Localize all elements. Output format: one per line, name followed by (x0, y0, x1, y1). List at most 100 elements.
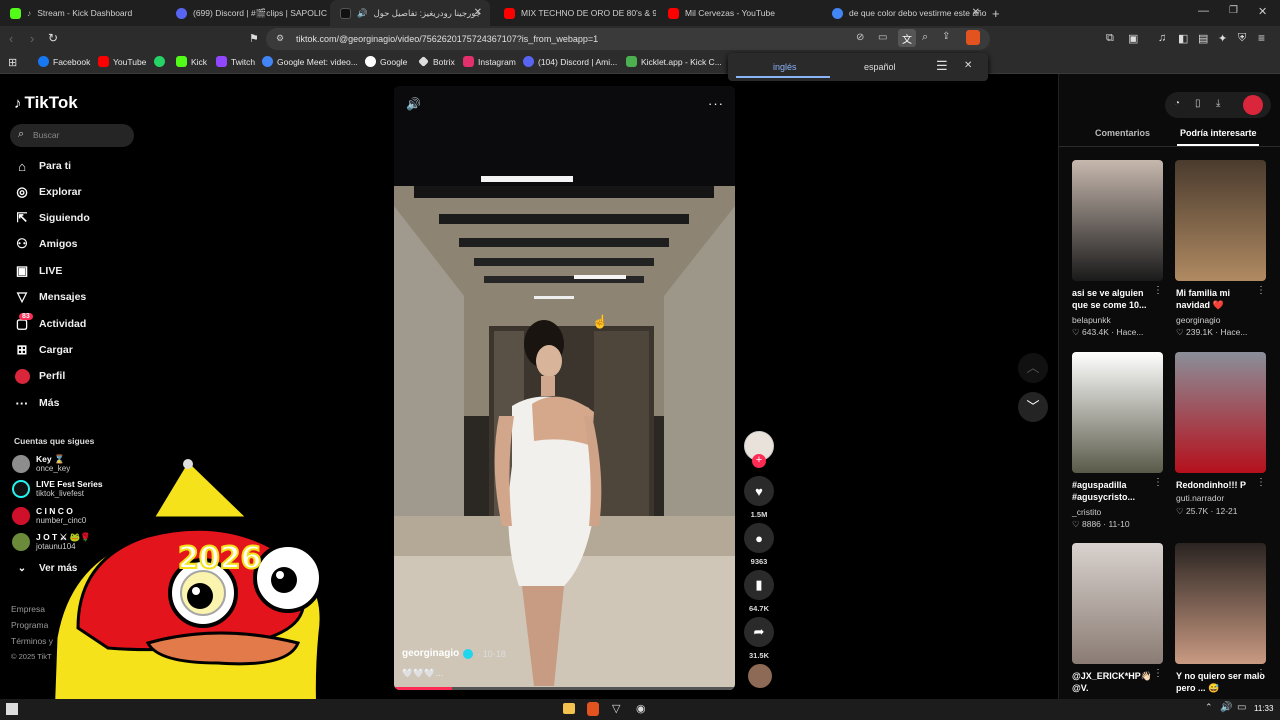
search-input[interactable]: ⌕ Buscar (10, 124, 134, 147)
windows-start-icon[interactable] (6, 703, 18, 715)
video-author-name[interactable]: georginagio (402, 648, 459, 659)
app-icon[interactable]: ▽ (612, 702, 620, 715)
bookmark-icon[interactable]: ▮ (744, 570, 774, 600)
nav-explorar[interactable]: ◎ Explorar (14, 184, 81, 200)
bookmark-google[interactable]: Google (365, 56, 407, 67)
card-more-icon[interactable]: ⋮ (1256, 477, 1266, 488)
reload-icon[interactable]: ↻ (48, 31, 58, 45)
bookmark-kicklet[interactable]: Kicklet.app - Kick C... (626, 56, 722, 67)
video-title[interactable]: asi se ve alguien que se come 10... (1072, 287, 1162, 311)
tray-volume-icon[interactable]: 🔊 (1220, 702, 1232, 713)
share-arrow-icon[interactable]: ➦ (744, 617, 774, 647)
footer-link[interactable]: Programa (11, 617, 53, 633)
volume-icon[interactable]: 🔊 (406, 97, 421, 111)
sidebar-icon[interactable]: ◧ (1178, 32, 1188, 45)
bookmark-instagram[interactable]: Instagram (463, 56, 516, 67)
video-title[interactable]: Y no quiero ser malo pero ... 😅 (1176, 670, 1266, 694)
forward-icon[interactable]: › (30, 31, 34, 46)
video-author[interactable]: belapunkk (1072, 315, 1111, 325)
video-author[interactable]: _cristito (1072, 507, 1101, 517)
close-tab-icon[interactable]: ✕ (972, 7, 980, 18)
nav-cargar[interactable]: ⊞ Cargar (14, 342, 73, 358)
nav-mensajes[interactable]: ▽ Mensajes (14, 289, 86, 305)
nav-mas[interactable]: ··· Más (14, 395, 60, 411)
speed-icon[interactable]: ◔ (1174, 98, 1180, 109)
bookmark-twitch[interactable]: Twitch (216, 56, 255, 67)
phone-icon[interactable]: ▯ (1195, 98, 1201, 109)
apps-grid-icon[interactable]: ⊞ (8, 56, 17, 69)
wallet2-icon[interactable]: ▤ (1198, 32, 1208, 45)
card-more-icon[interactable]: ⋮ (1256, 285, 1266, 296)
no-tracking-icon[interactable]: ⊘ (856, 32, 864, 43)
zoom-icon[interactable]: ⌕ (922, 31, 928, 44)
video-author[interactable]: georginagio (1176, 315, 1220, 325)
site-info-icon[interactable]: ⚙ (276, 33, 284, 44)
minimize-icon[interactable]: — (1198, 5, 1209, 17)
video-author[interactable]: guti.narrador (1176, 493, 1224, 503)
bookmark-meet[interactable]: Google Meet: video... (262, 56, 358, 67)
tiktok-logo[interactable]: ♪ TikTok (14, 93, 78, 113)
video-thumbnail[interactable] (1175, 160, 1266, 281)
video-title[interactable]: @JX_ERICK*HP👋🏻 @V. (1072, 670, 1162, 694)
tab-comentarios[interactable]: Comentarios (1095, 128, 1150, 138)
bookmark-whatsapp[interactable] (154, 56, 165, 67)
heart-icon[interactable]: ♥ (744, 476, 774, 506)
card-more-icon[interactable]: ⋮ (1153, 668, 1163, 679)
tray-chevron-icon[interactable]: ⌃ (1205, 702, 1213, 713)
browser-tab[interactable]: de que color debo vestirme este año ✕ (822, 0, 988, 26)
back-icon[interactable]: ‹ (9, 31, 13, 46)
close-icon[interactable]: ✕ (964, 60, 972, 71)
bookmark-facebook[interactable]: Facebook (38, 56, 90, 67)
video-title[interactable]: Mi familia mi navidad ❤️ (1176, 287, 1266, 311)
clock[interactable]: 11:33 (1254, 704, 1273, 713)
browser-tab[interactable]: Mil Cervezas - YouTube (658, 0, 820, 26)
next-video-icon[interactable]: ﹀ (1018, 392, 1048, 422)
close-tab-icon[interactable]: ✕ (474, 7, 482, 18)
obs-icon[interactable]: ◉ (636, 702, 646, 715)
translate-target-tab[interactable]: español (864, 62, 896, 72)
music-disc-icon[interactable] (748, 664, 772, 688)
nav-perfil[interactable]: Perfil (14, 368, 65, 384)
browser-tab[interactable]: (699) Discord | #🎬clips | SAPOLIC (166, 0, 330, 26)
nav-amigos[interactable]: ⚇ Amigos (14, 236, 77, 252)
nav-live[interactable]: ▣ LIVE (14, 263, 63, 279)
video-thumbnail[interactable] (1072, 352, 1163, 473)
media-icon[interactable]: ♫ (1158, 32, 1166, 44)
restore-icon[interactable]: ❐ (1229, 5, 1238, 16)
video-thumbnail[interactable] (1072, 160, 1163, 281)
share-action[interactable]: ➦ 31.5K (744, 617, 774, 660)
save-action[interactable]: ▮ 64.7K (744, 570, 774, 613)
browser-tab[interactable]: ♪ Stream - Kick Dashboard (0, 0, 166, 26)
bookmark-kick[interactable]: Kick (176, 56, 207, 67)
extensions-icon[interactable]: ⧉ (1106, 32, 1114, 45)
wallet-icon[interactable]: ▣ (1128, 32, 1138, 45)
card-more-icon[interactable]: ⋮ (1256, 668, 1266, 679)
video-player[interactable]: 🔊 ··· georginagio · 10-18 🤍🤍🤍... (394, 86, 735, 690)
tab-podria-interesarte[interactable]: Podría interesarte (1180, 128, 1257, 138)
comment-icon[interactable]: ● (744, 523, 774, 553)
like-action[interactable]: ♥ 1.5M (744, 476, 774, 519)
browser-tab[interactable]: MIX TECHNO DE ORO DE 80's & 90's (494, 0, 656, 26)
bookmark-botrix[interactable]: Botrix (418, 56, 455, 67)
brave-icon[interactable] (587, 702, 599, 716)
translate-icon[interactable]: 文 (898, 29, 916, 47)
follow-plus-icon[interactable]: + (752, 454, 766, 468)
bookmark-youtube[interactable]: YouTube (98, 56, 146, 67)
download-icon[interactable]: ⤓ (1216, 98, 1220, 109)
bookmark-icon[interactable]: ⚑ (249, 32, 259, 45)
bookmark-discord[interactable]: (104) Discord | Ami... (523, 56, 617, 67)
translate-source-tab[interactable]: inglés (773, 62, 797, 72)
share-icon[interactable]: ⇪ (942, 31, 950, 42)
close-window-icon[interactable]: ✕ (1258, 5, 1267, 18)
video-thumbnail[interactable] (1175, 543, 1266, 664)
more-options-icon[interactable]: ··· (708, 96, 724, 111)
video-thumbnail[interactable] (1072, 543, 1163, 664)
menu-icon[interactable]: ≡ (1258, 31, 1265, 45)
cast-icon[interactable]: ▭ (878, 32, 887, 43)
tray-network-icon[interactable]: ▭ (1237, 702, 1246, 713)
comment-action[interactable]: ● 9363 (744, 523, 774, 566)
browser-tab-active[interactable]: 🔊 جورجينا رودريغيز: تفاصيل حول ✕ (330, 0, 490, 26)
vpn-icon[interactable]: ⛨ (1238, 32, 1246, 45)
new-tab-icon[interactable]: + (992, 6, 1000, 21)
user-avatar-icon[interactable] (1243, 95, 1263, 115)
